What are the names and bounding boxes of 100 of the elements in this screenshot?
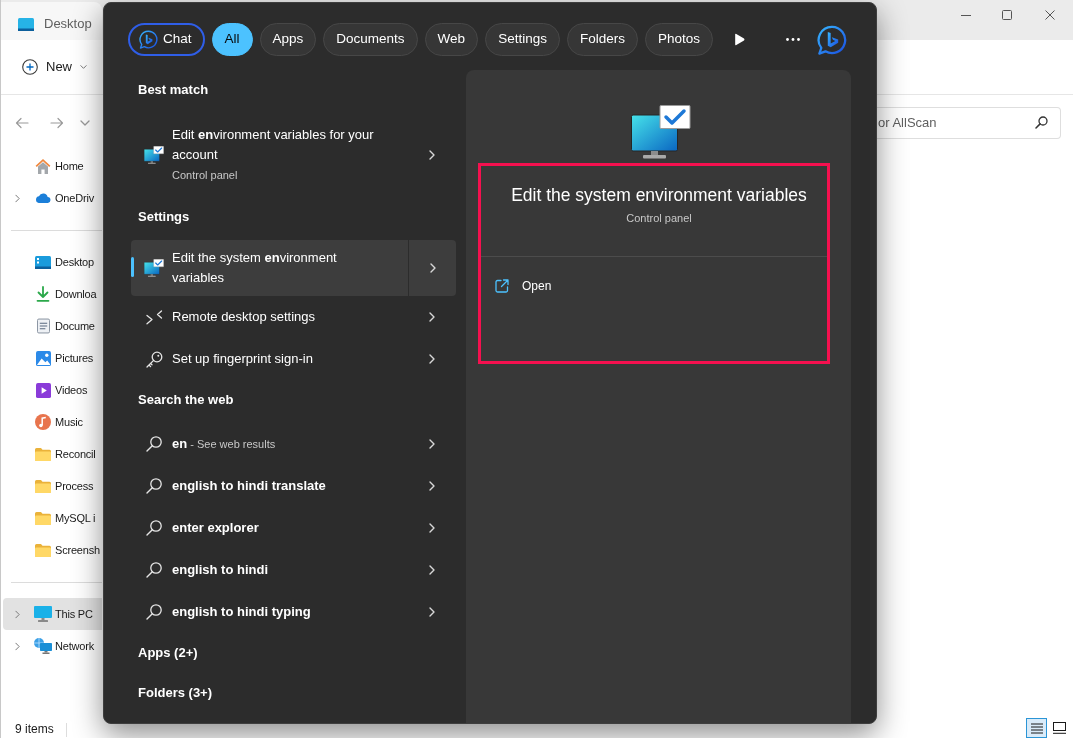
external-link-icon xyxy=(495,279,509,293)
filter-tab[interactable]: Folders xyxy=(566,23,638,56)
search-result[interactable]: Edit the system environment variables xyxy=(131,240,456,296)
plus-circle-icon xyxy=(22,59,38,75)
filter-tab[interactable]: Apps xyxy=(259,23,317,56)
minimize-icon xyxy=(960,14,971,16)
search-icon xyxy=(146,478,162,494)
back-arrow-icon[interactable] xyxy=(15,116,29,129)
search-result[interactable]: english to hindi xyxy=(131,549,456,591)
section-heading: Best match xyxy=(138,81,209,100)
recent-locations-icon[interactable] xyxy=(80,119,90,126)
search-result[interactable]: Edit environment variables for your account Control panel xyxy=(131,113,456,197)
folder-icon xyxy=(35,511,51,525)
section-heading: Folders (3+) xyxy=(138,684,213,703)
search-result[interactable]: english to hindi typing xyxy=(131,591,456,633)
music-icon xyxy=(35,414,51,430)
open-button[interactable]: Open xyxy=(495,277,552,295)
sidebar-label: Desktop xyxy=(55,254,94,270)
details-view-icon xyxy=(1030,722,1043,734)
sidebar-label: OneDriv xyxy=(55,190,94,206)
sidebar-label: Videos xyxy=(55,382,88,398)
chevron-right-icon xyxy=(429,607,435,617)
filter-tab[interactable]: All xyxy=(211,23,253,56)
search-result[interactable]: enter explorer xyxy=(131,507,456,549)
sidebar-label: Docume xyxy=(55,318,95,334)
window-tab[interactable]: Desktop xyxy=(1,2,102,40)
result-title: Remote desktop settings xyxy=(172,308,316,326)
sidebar-label: This PC xyxy=(55,606,93,622)
more-icon[interactable] xyxy=(786,38,800,41)
sidebar-item[interactable]: Docume xyxy=(3,310,102,342)
video-icon xyxy=(35,382,51,398)
sidebar-item[interactable]: Screensh xyxy=(3,534,102,566)
sidebar-label: Home xyxy=(55,158,84,174)
sidebar-label: Network xyxy=(55,638,94,654)
sidebar-item[interactable]: Desktop xyxy=(3,246,102,278)
sidebar-label: Process xyxy=(55,478,94,494)
forward-arrow-icon[interactable] xyxy=(50,116,64,129)
network-icon xyxy=(34,638,52,654)
chevron-right-icon xyxy=(429,263,436,273)
result-title: english to hindi translate xyxy=(172,477,326,495)
search-result[interactable]: Remote desktop settings xyxy=(131,296,456,338)
search-field[interactable]: or AllScan xyxy=(876,106,1061,139)
sidebar-item[interactable]: This PC xyxy=(3,598,102,630)
chat-tab[interactable]: Chat xyxy=(128,23,205,56)
sidebar-label: Reconcil xyxy=(55,446,96,462)
sidebar-item[interactable]: Music xyxy=(3,406,102,438)
filter-tab[interactable]: Photos xyxy=(644,23,713,56)
new-button[interactable]: New xyxy=(14,51,95,83)
chevron-right-icon xyxy=(429,312,435,322)
folder-icon xyxy=(35,479,51,493)
key-icon xyxy=(145,350,163,368)
search-result[interactable]: english to hindi translate xyxy=(131,465,456,507)
monitor-check-icon xyxy=(144,146,164,164)
sidebar-item[interactable]: Videos xyxy=(3,374,102,406)
result-title: Set up fingerprint sign-in xyxy=(172,350,313,368)
document-icon xyxy=(36,318,50,334)
search-icon xyxy=(146,520,162,536)
play-icon[interactable] xyxy=(734,33,745,46)
download-icon xyxy=(36,286,50,302)
chevron-right-icon xyxy=(429,481,435,491)
sidebar-item[interactable]: Pictures xyxy=(3,342,102,374)
filter-tab[interactable]: Settings xyxy=(485,23,560,56)
chevron-right-icon xyxy=(429,354,435,364)
result-title: enter explorer xyxy=(172,519,259,537)
chevron-right-icon xyxy=(429,150,435,160)
result-title: english to hindi typing xyxy=(172,603,311,621)
result-title: english to hindi xyxy=(172,561,269,579)
filter-tab[interactable]: Web xyxy=(424,23,479,56)
section-heading: Settings xyxy=(138,208,190,227)
close-icon xyxy=(1045,10,1055,20)
item-count: 9 items xyxy=(15,722,54,737)
sidebar-label: Downloa xyxy=(55,286,97,302)
chevron-right-icon xyxy=(429,439,435,449)
sidebar-item[interactable]: MySQL i xyxy=(3,502,102,534)
chevron-right-icon xyxy=(429,565,435,575)
result-subtitle: Control panel xyxy=(172,168,239,183)
chat-logo-icon[interactable] xyxy=(817,24,847,55)
section-heading: Apps (2+) xyxy=(138,644,198,663)
detail-subtitle: Control panel xyxy=(626,211,692,226)
sidebar-item[interactable]: Home xyxy=(3,150,102,182)
sidebar-label: Screensh xyxy=(55,542,100,558)
selection-indicator xyxy=(131,257,134,277)
filter-tab[interactable]: Documents xyxy=(323,23,418,56)
sidebar-item[interactable]: Network xyxy=(3,630,102,662)
chevron-right-icon xyxy=(429,523,435,533)
monitor-check-icon xyxy=(631,105,691,159)
search-result[interactable]: Set up fingerprint sign-in xyxy=(131,338,456,380)
home-icon xyxy=(35,158,51,174)
sidebar-item[interactable]: Process xyxy=(3,470,102,502)
chat-logo-icon xyxy=(139,30,158,49)
computer-icon xyxy=(34,606,52,622)
cloud-icon xyxy=(35,193,51,203)
search-result[interactable]: en - See web results xyxy=(131,423,456,465)
sidebar-item[interactable]: OneDriv xyxy=(3,182,102,214)
tiles-view-icon xyxy=(1053,722,1066,734)
sidebar-item[interactable]: Downloa xyxy=(3,278,102,310)
search-icon xyxy=(146,436,162,452)
sidebar-label: Pictures xyxy=(55,350,94,366)
folder-icon xyxy=(35,447,51,461)
sidebar-item[interactable]: Reconcil xyxy=(3,438,102,470)
